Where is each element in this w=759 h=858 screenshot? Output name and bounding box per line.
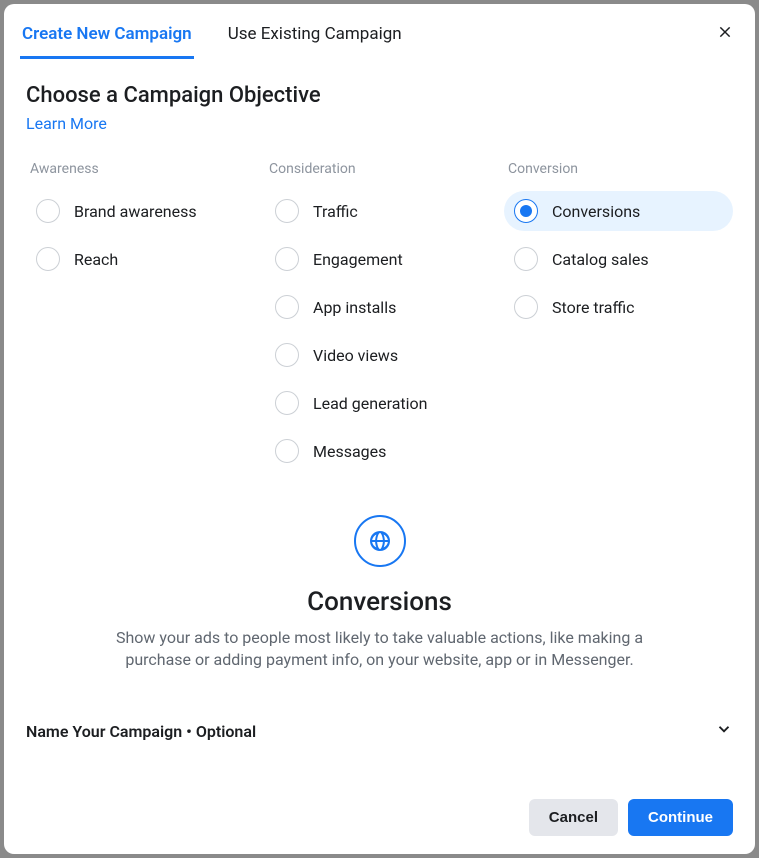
objective-label: Lead generation xyxy=(313,394,427,413)
objective-label: Brand awareness xyxy=(74,202,197,221)
detail-title: Conversions xyxy=(100,587,660,617)
objective-conversions[interactable]: Conversions xyxy=(504,191,733,231)
objective-reach[interactable]: Reach xyxy=(26,239,255,279)
radio-icon xyxy=(514,295,538,319)
objective-label: Messages xyxy=(313,442,386,461)
tab-create-new[interactable]: Create New Campaign xyxy=(20,14,194,59)
radio-icon xyxy=(275,343,299,367)
continue-button[interactable]: Continue xyxy=(628,799,733,836)
tab-bar: Create New Campaign Use Existing Campaig… xyxy=(20,14,436,59)
close-button[interactable] xyxy=(713,22,737,46)
objective-lead-generation[interactable]: Lead generation xyxy=(265,383,494,423)
objective-label: Conversions xyxy=(552,202,640,221)
column-conversion: Conversion Conversions Catalog sales Sto… xyxy=(504,161,733,479)
tab-use-existing[interactable]: Use Existing Campaign xyxy=(226,14,404,59)
radio-icon xyxy=(275,247,299,271)
objective-traffic[interactable]: Traffic xyxy=(265,191,494,231)
column-awareness: Awareness Brand awareness Reach xyxy=(26,161,255,479)
objective-detail: Conversions Show your ads to people most… xyxy=(100,515,660,670)
radio-icon xyxy=(36,247,60,271)
column-title-consideration: Consideration xyxy=(265,161,494,177)
objective-video-views[interactable]: Video views xyxy=(265,335,494,375)
objective-label: Engagement xyxy=(313,250,403,269)
modal-header: Create New Campaign Use Existing Campaig… xyxy=(4,4,755,59)
modal-footer: Cancel Continue xyxy=(4,785,755,854)
cancel-button[interactable]: Cancel xyxy=(529,799,618,836)
radio-icon xyxy=(275,439,299,463)
objective-label: Store traffic xyxy=(552,298,635,317)
radio-icon xyxy=(275,199,299,223)
objective-app-installs[interactable]: App installs xyxy=(265,287,494,327)
objective-label: Catalog sales xyxy=(552,250,649,269)
collapsible-label: Name Your Campaign • Optional xyxy=(26,722,256,741)
globe-icon xyxy=(354,515,406,567)
objective-label: Reach xyxy=(74,250,118,269)
modal-body[interactable]: Choose a Campaign Objective Learn More A… xyxy=(4,59,755,785)
detail-description: Show your ads to people most likely to t… xyxy=(100,627,660,670)
radio-icon xyxy=(275,295,299,319)
radio-icon xyxy=(275,391,299,415)
radio-icon xyxy=(514,199,538,223)
name-campaign-section[interactable]: Name Your Campaign • Optional xyxy=(26,710,733,752)
objective-label: Traffic xyxy=(313,202,358,221)
column-title-conversion: Conversion xyxy=(504,161,733,177)
objective-columns: Awareness Brand awareness Reach Consider… xyxy=(26,161,733,479)
close-icon xyxy=(717,24,733,44)
objective-store-traffic[interactable]: Store traffic xyxy=(504,287,733,327)
objective-label: Video views xyxy=(313,346,398,365)
radio-icon xyxy=(36,199,60,223)
objective-brand-awareness[interactable]: Brand awareness xyxy=(26,191,255,231)
objective-label: App installs xyxy=(313,298,396,317)
radio-icon xyxy=(514,247,538,271)
campaign-modal: Create New Campaign Use Existing Campaig… xyxy=(4,4,755,854)
objective-catalog-sales[interactable]: Catalog sales xyxy=(504,239,733,279)
column-title-awareness: Awareness xyxy=(26,161,255,177)
chevron-down-icon xyxy=(715,720,733,742)
learn-more-link[interactable]: Learn More xyxy=(26,114,107,133)
objective-engagement[interactable]: Engagement xyxy=(265,239,494,279)
column-consideration: Consideration Traffic Engagement App ins… xyxy=(265,161,494,479)
objective-messages[interactable]: Messages xyxy=(265,431,494,471)
page-title: Choose a Campaign Objective xyxy=(26,83,733,108)
